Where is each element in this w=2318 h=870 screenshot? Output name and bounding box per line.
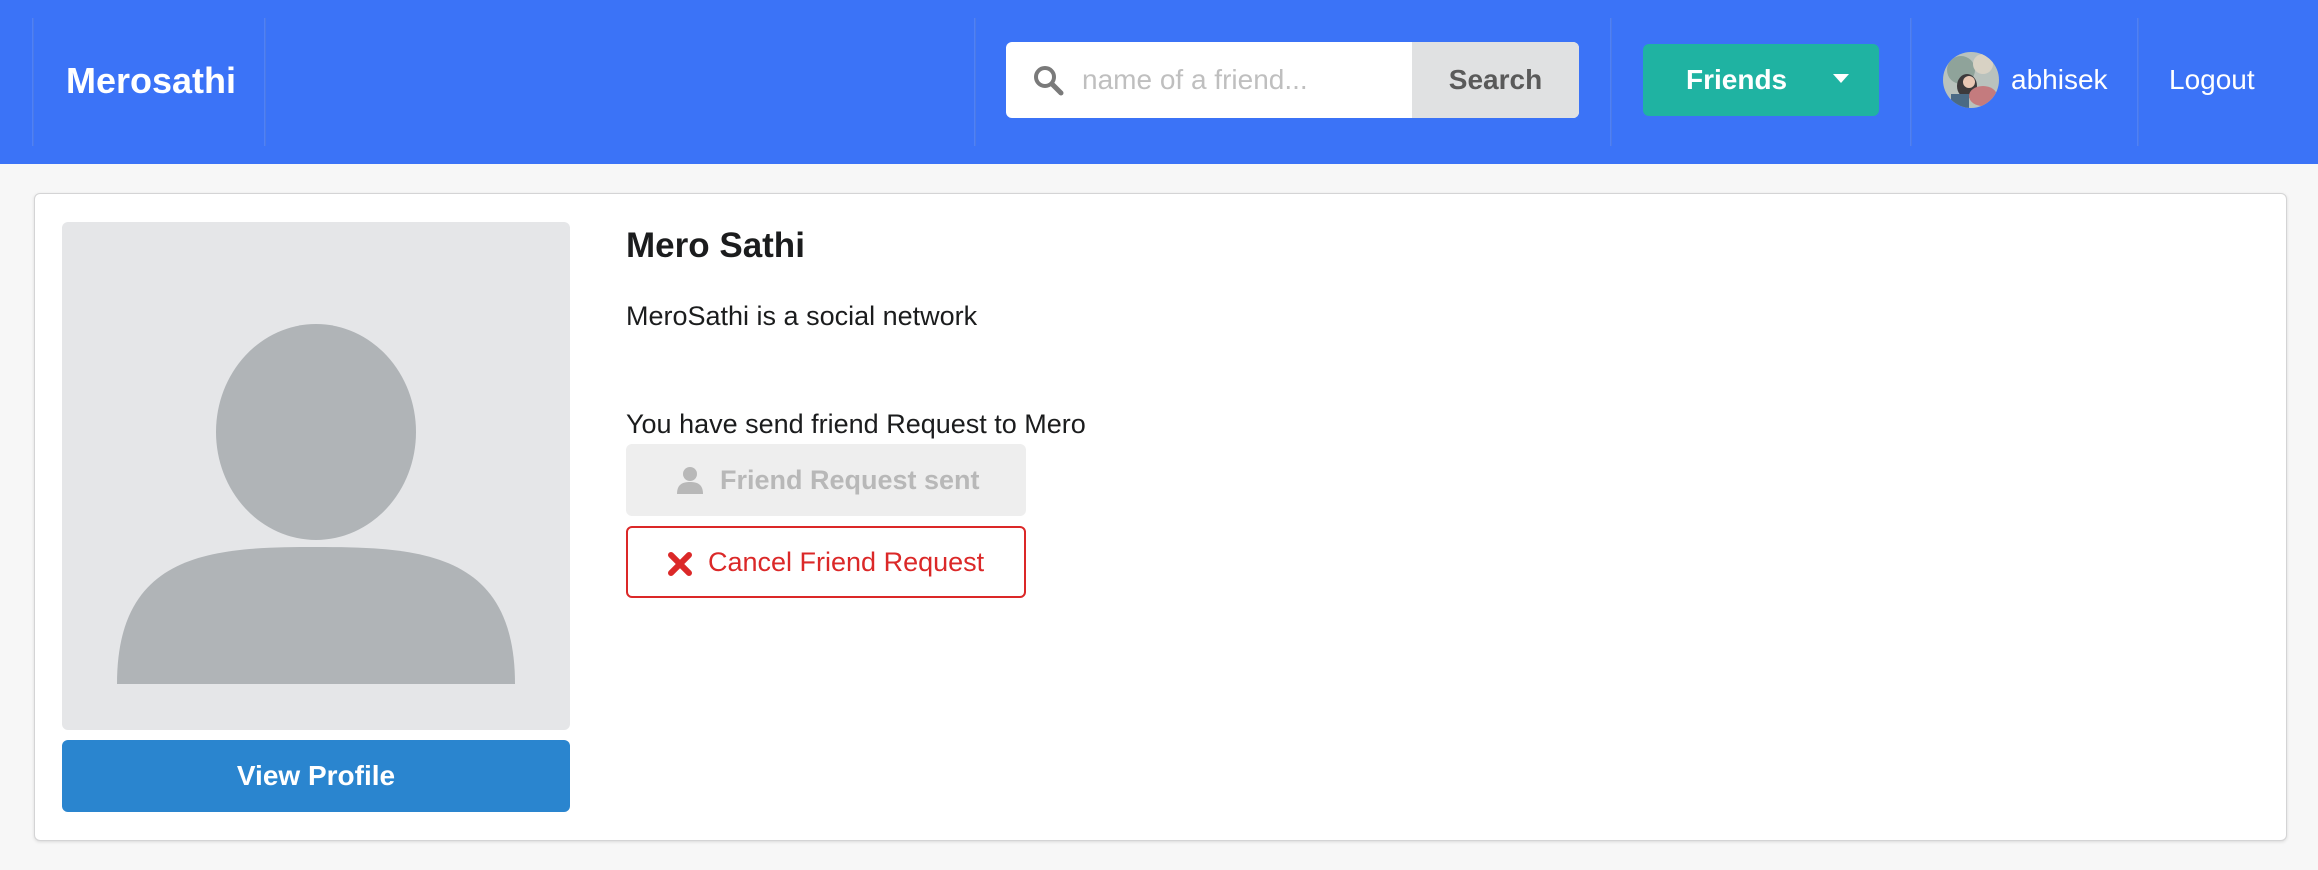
brand-logo[interactable]: Merosathi	[66, 56, 236, 106]
friend-request-status: You have send friend Request to Mero	[626, 409, 1086, 439]
user-silhouette-icon	[117, 324, 515, 684]
nav-divider	[1610, 18, 1612, 146]
search-bar: Search	[1006, 42, 1579, 118]
profile-description: MeroSathi is a social network	[626, 301, 978, 331]
avatar[interactable]	[1943, 52, 1999, 108]
view-profile-button[interactable]: View Profile	[62, 740, 570, 812]
user-avatar-image	[1943, 52, 1999, 108]
friend-request-sent-label: Friend Request sent	[720, 465, 980, 495]
close-icon	[668, 552, 692, 576]
profile-picture-placeholder	[62, 222, 570, 730]
friends-button-label: Friends	[1686, 64, 1788, 95]
search-icon	[1034, 66, 1064, 96]
nav-divider	[32, 18, 34, 146]
search-button[interactable]: Search	[1412, 42, 1579, 118]
logout-link[interactable]: Logout	[2169, 58, 2255, 102]
nav-divider	[2137, 18, 2139, 146]
cancel-friend-request-button[interactable]: Cancel Friend Request	[626, 526, 1026, 598]
search-input[interactable]	[1082, 42, 1408, 118]
caret-down-icon	[1833, 74, 1849, 83]
user-icon	[677, 467, 703, 494]
profile-name: Mero Sathi	[626, 226, 805, 265]
nav-divider	[1910, 18, 1912, 146]
username-label[interactable]: abhisek	[2011, 58, 2108, 102]
top-navbar: Merosathi Search Friends abhisek Logout	[0, 0, 2318, 164]
cancel-friend-request-label: Cancel Friend Request	[708, 547, 985, 577]
friend-request-sent-button: Friend Request sent	[626, 444, 1026, 516]
nav-divider	[264, 18, 266, 146]
friends-dropdown-button[interactable]: Friends	[1643, 44, 1879, 116]
nav-divider	[974, 18, 976, 146]
